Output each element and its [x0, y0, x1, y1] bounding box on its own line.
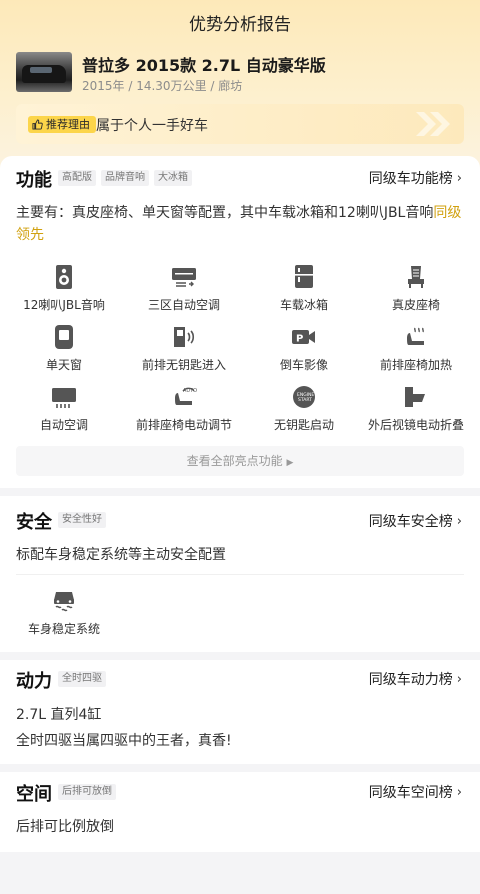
car-thumbnail[interactable] [16, 52, 72, 92]
triangle-right-icon: ▶ [286, 458, 294, 468]
space-title: 空间 [16, 784, 52, 805]
svg-text:P: P [296, 334, 303, 345]
feature-item[interactable]: AUTO 前排座椅电动调节 [124, 384, 244, 433]
function-tag: 大冰箱 [154, 170, 192, 186]
function-desc-main: 主要有：真皮座椅、单天窗等配置，其中车载冰箱和12喇叭JBL音响 [16, 205, 434, 221]
feature-item[interactable]: 单天窗 [4, 324, 124, 373]
svg-text:AUTO: AUTO [183, 388, 197, 394]
feature-label: 车载冰箱 [279, 298, 328, 312]
feature-item[interactable]: 前排无钥匙进入 [124, 324, 244, 373]
recommend-reason-label: 推荐理由 [46, 118, 90, 131]
power-title: 动力 [16, 671, 52, 692]
power-rank-label: 同级车动力榜 [368, 672, 453, 688]
recommend-reason-bar: 推荐理由 属于个人一手好车 [16, 104, 464, 144]
feature-item[interactable]: 车身稳定系统 [4, 588, 124, 637]
feature-label: 外后视镜电动折叠 [367, 418, 464, 432]
power-tag: 全时四驱 [58, 671, 106, 687]
safety-tags: 安全性好 [58, 512, 106, 528]
feature-item[interactable]: 前排座椅加热 [356, 324, 476, 373]
feature-label: 前排无钥匙进入 [141, 358, 226, 372]
sunroof-icon [55, 325, 73, 349]
feature-item[interactable]: 三区自动空调 [124, 264, 244, 313]
feature-item[interactable]: ENGINE START 无钥匙启动 [244, 384, 364, 433]
feature-label: 倒车影像 [279, 358, 328, 372]
safety-rank-label: 同级车安全榜 [368, 514, 453, 530]
feature-label: 前排座椅电动调节 [135, 418, 232, 432]
keyless-entry-icon [174, 327, 195, 347]
see-all-label: 查看全部亮点功能 [186, 454, 283, 468]
chevron-right-icon: › [456, 513, 462, 529]
function-tags: 高配版 品牌音响 大冰箱 [58, 170, 192, 186]
space-tag: 后排可放倒 [58, 784, 116, 800]
safety-rank-link[interactable]: 同级车安全榜 › [369, 511, 462, 531]
feature-label: 单天窗 [45, 358, 82, 372]
feature-item[interactable]: 车载冰箱 [244, 264, 364, 313]
power-rank-link[interactable]: 同级车动力榜 › [369, 669, 462, 689]
page-title: 优势分析报告 [189, 15, 291, 35]
chevron-right-icon: › [456, 170, 462, 186]
thumbs-up-icon [32, 119, 43, 130]
chevron-deco-icon [416, 112, 450, 136]
feature-label: 真皮座椅 [391, 298, 440, 312]
mirror-fold-icon [405, 387, 425, 407]
svg-text:START: START [298, 397, 312, 403]
fridge-icon [295, 265, 313, 288]
seat-heating-icon [407, 327, 424, 345]
feature-item[interactable]: P 倒车影像 [244, 324, 364, 373]
space-tags: 后排可放倒 [58, 784, 116, 800]
function-desc: 主要有：真皮座椅、单天窗等配置，其中车载冰箱和12喇叭JBL音响同级领先 [16, 202, 464, 246]
feature-label: 三区自动空调 [147, 298, 220, 312]
chevron-right-icon: › [456, 784, 462, 800]
power-tags: 全时四驱 [58, 671, 106, 687]
see-all-features-button[interactable]: 查看全部亮点功能 ▶ [16, 446, 464, 476]
car-name: 普拉多 2015款 2.7L 自动豪华版 [82, 56, 326, 75]
feature-label: 无钥匙启动 [273, 418, 334, 432]
speaker-icon [56, 265, 72, 289]
feature-item[interactable]: 真皮座椅 [356, 264, 476, 313]
car-meta: 2015年 / 14.30万公里 / 廊坊 [82, 79, 243, 93]
chevron-right-icon: › [456, 671, 462, 687]
safety-title: 安全 [16, 512, 52, 533]
function-title: 功能 [16, 170, 52, 191]
feature-label: 车身稳定系统 [27, 622, 100, 636]
function-tag: 高配版 [58, 170, 96, 186]
space-desc: 后排可比例放倒 [16, 819, 114, 835]
recommend-reason-tag: 推荐理由 [28, 116, 96, 133]
feature-item[interactable]: 12喇叭JBL音响 [4, 264, 124, 313]
power-seat-icon: AUTO [175, 387, 197, 405]
function-rank-link[interactable]: 同级车功能榜 › [369, 168, 462, 188]
function-tag: 品牌音响 [101, 170, 149, 186]
ac-icon [172, 268, 196, 287]
auto-ac-icon [52, 388, 76, 408]
feature-item[interactable]: 自动空调 [4, 384, 124, 433]
power-drive-desc: 全时四驱当属四驱中的王者，真香! [16, 733, 232, 749]
recommend-reason-text: 属于个人一手好车 [96, 118, 208, 134]
safety-desc: 标配车身稳定系统等主动安全配置 [16, 547, 226, 563]
space-rank-label: 同级车空间榜 [368, 785, 453, 801]
seat-icon [408, 266, 424, 288]
safety-tag: 安全性好 [58, 512, 106, 528]
feature-label: 前排座椅加热 [379, 358, 452, 372]
space-rank-link[interactable]: 同级车空间榜 › [369, 782, 462, 802]
keyless-start-icon: ENGINE START [293, 386, 315, 408]
esp-icon [54, 592, 74, 612]
feature-item[interactable]: 外后视镜电动折叠 [356, 384, 476, 433]
reverse-camera-icon: P [292, 330, 315, 345]
function-rank-label: 同级车功能榜 [368, 171, 453, 187]
divider [16, 574, 464, 575]
feature-label: 12喇叭JBL音响 [23, 298, 105, 312]
feature-label: 自动空调 [39, 418, 88, 432]
power-engine: 2.7L 直列4缸 [16, 707, 102, 723]
